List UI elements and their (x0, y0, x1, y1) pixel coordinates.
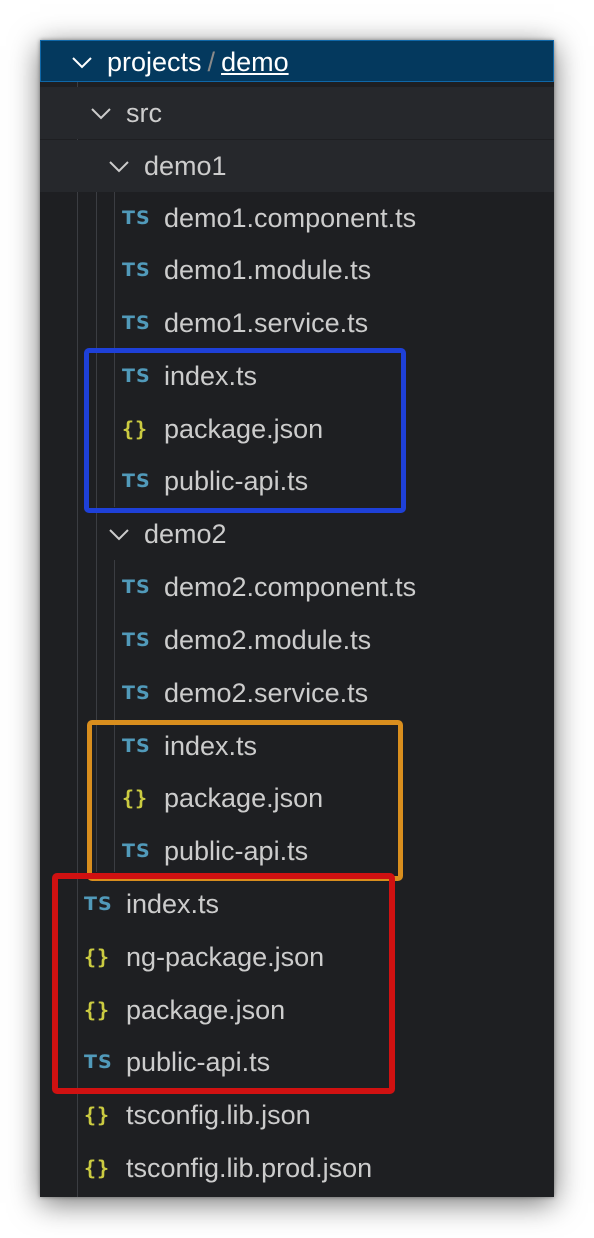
file-row[interactable]: TS demo1.component.ts (40, 192, 554, 244)
folder-label: src (126, 97, 162, 128)
folder-label: demo2 (144, 518, 227, 549)
file-label: tsconfig.lib.json (126, 1099, 311, 1130)
file-row[interactable]: {} tsconfig.lib.json (40, 1089, 554, 1141)
file-row[interactable]: TS demo2.module.ts (40, 614, 554, 666)
chevron-down-icon[interactable] (69, 49, 95, 75)
typescript-icon: TS (122, 682, 151, 704)
folder-row-demo1[interactable]: demo1 (40, 140, 554, 192)
file-row[interactable]: {} tsconfig.lib.prod.json (40, 1142, 554, 1194)
file-row[interactable]: TS demo2.service.ts (40, 667, 554, 719)
file-label: demo2.component.ts (164, 571, 417, 602)
chevron-down-icon[interactable] (106, 521, 132, 547)
file-row[interactable]: TS demo1.module.ts (40, 244, 554, 296)
highlight-box-blue (84, 348, 406, 513)
file-label: demo1.component.ts (164, 202, 417, 233)
typescript-icon: TS (122, 259, 151, 281)
folder-label: demo1 (144, 150, 227, 181)
typescript-icon: TS (122, 207, 151, 229)
typescript-icon: TS (122, 576, 151, 598)
folder-row-demo2[interactable]: demo2 (40, 508, 554, 560)
file-explorer-panel: projects / demo src demo1 TS demo1.compone… (40, 40, 554, 1197)
breadcrumb-separator: / (207, 46, 216, 77)
chevron-down-icon[interactable] (106, 153, 132, 179)
breadcrumb-parent[interactable]: projects (107, 47, 202, 77)
chevron-down-icon[interactable] (88, 100, 114, 126)
file-row[interactable]: TS demo2.component.ts (40, 561, 554, 613)
breadcrumb-current[interactable]: demo (221, 47, 289, 77)
typescript-icon: TS (122, 629, 151, 651)
typescript-icon: TS (122, 312, 151, 334)
folder-row-src[interactable]: src (40, 87, 554, 139)
json-icon: {} (84, 1103, 111, 1127)
file-label: demo1.service.ts (164, 307, 369, 338)
highlight-box-orange (87, 720, 403, 881)
folder-row-demo[interactable]: projects / demo (40, 40, 554, 82)
file-label: demo2.service.ts (164, 677, 369, 708)
highlight-box-red (52, 873, 395, 1094)
file-label: demo1.module.ts (164, 254, 372, 285)
file-label: tsconfig.lib.prod.json (126, 1152, 373, 1183)
file-label: demo2.module.ts (164, 624, 372, 655)
breadcrumb: projects / demo (107, 47, 289, 78)
json-icon: {} (84, 1156, 111, 1180)
file-row[interactable]: TS demo1.service.ts (40, 297, 554, 349)
